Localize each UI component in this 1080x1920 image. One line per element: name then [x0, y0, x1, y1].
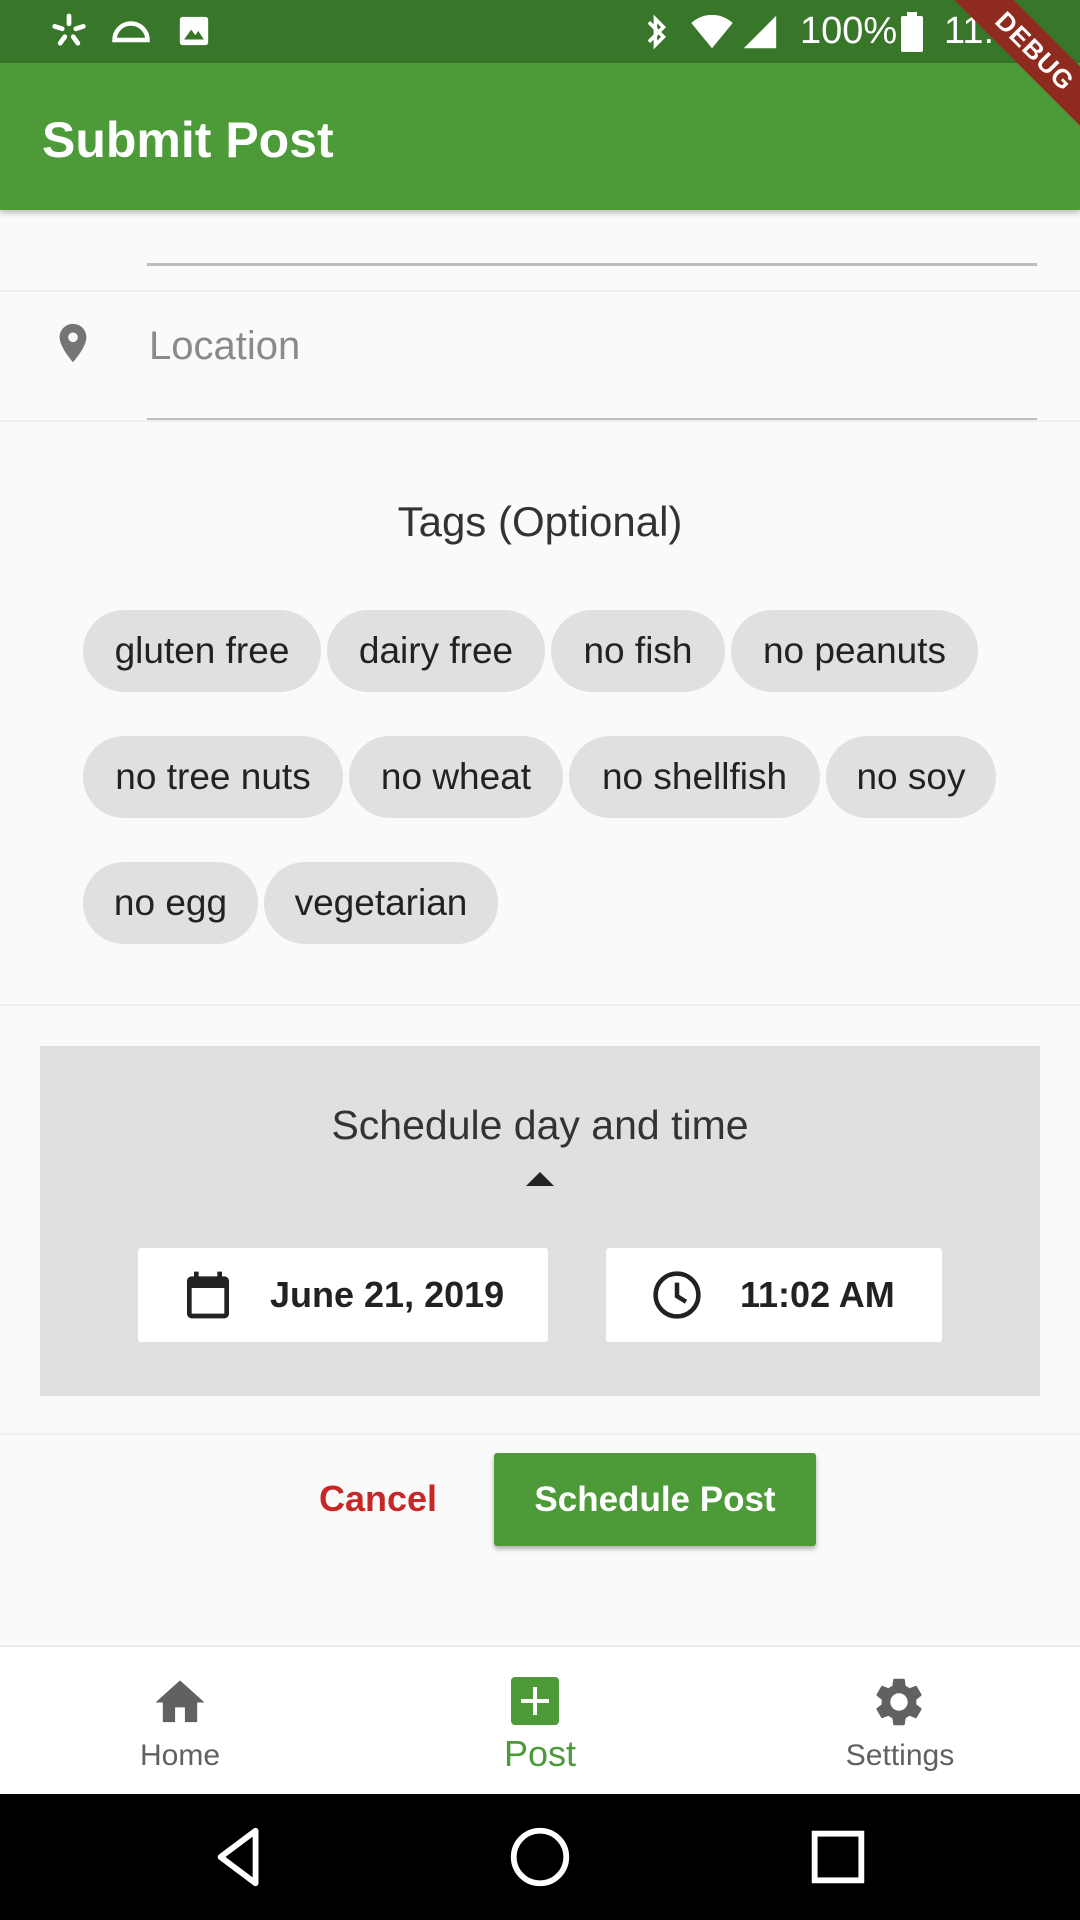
cellular-signal-icon: [743, 15, 777, 49]
gear-icon: [876, 1678, 922, 1726]
nav-item-settings[interactable]: Settings: [750, 1647, 1050, 1796]
divider: [0, 420, 1080, 422]
divider: [0, 1433, 1080, 1435]
nav-label-home: Home: [139, 1739, 221, 1772]
tag-chip-no-soy[interactable]: no soy: [826, 736, 996, 818]
schedule-title: Schedule day and time: [331, 1102, 749, 1148]
date-picker-button[interactable]: June 21, 2019: [138, 1248, 548, 1342]
tag-chip-no-shellfish[interactable]: no shellfish: [569, 736, 820, 818]
location-pin-icon: [59, 323, 87, 363]
wifi-icon: [691, 14, 733, 49]
system-navigation-bar: [0, 1794, 1080, 1920]
schedule-post-button[interactable]: Schedule Post: [494, 1453, 816, 1546]
recents-square-icon[interactable]: [803, 1822, 873, 1892]
tag-chip-no-tree-nuts[interactable]: no tree nuts: [83, 736, 343, 818]
divider: [0, 1004, 1080, 1006]
tag-chip-no-wheat[interactable]: no wheat: [349, 736, 563, 818]
divider: [0, 290, 1080, 292]
calendar-icon: [187, 1271, 229, 1319]
status-bar: 100% 11:03: [0, 0, 1080, 63]
tag-chip-no-egg[interactable]: no egg: [83, 862, 258, 944]
nav-label-post: Post: [503, 1733, 577, 1774]
time-label: 11:02 AM: [740, 1274, 895, 1315]
bluetooth-icon: [647, 14, 667, 50]
cancel-button[interactable]: Cancel: [300, 1452, 456, 1546]
home-circle-icon[interactable]: [505, 1822, 575, 1892]
app-bar: Submit Post: [0, 63, 1080, 210]
back-icon[interactable]: [206, 1822, 276, 1892]
tag-chip-no-peanuts[interactable]: no peanuts: [731, 610, 978, 692]
clock-icon: [653, 1271, 701, 1319]
home-icon: [155, 1680, 205, 1723]
page-title: Submit Post: [42, 112, 334, 168]
nav-item-home[interactable]: Home: [30, 1647, 330, 1796]
battery-percent: 100%: [800, 10, 898, 52]
tag-chip-no-fish[interactable]: no fish: [551, 610, 725, 692]
collapse-arrow-icon[interactable]: [526, 1172, 554, 1186]
nav-item-post[interactable]: Post: [390, 1647, 690, 1796]
dome-notification-icon: [112, 21, 150, 43]
tags-title: Tags (Optional): [397, 498, 683, 545]
battery-icon: [901, 12, 923, 52]
time-picker-button[interactable]: 11:02 AM: [606, 1248, 942, 1342]
tag-chip-dairy-free[interactable]: dairy free: [327, 610, 545, 692]
image-notification-icon: [179, 16, 209, 46]
tag-chip-gluten-free[interactable]: gluten free: [83, 610, 321, 692]
tag-chip-vegetarian[interactable]: vegetarian: [264, 862, 498, 944]
add-box-icon: [511, 1677, 559, 1725]
location-input[interactable]: [147, 310, 1041, 382]
previous-field-underline: [147, 263, 1037, 266]
bottom-navigation: Home Post Settings: [0, 1645, 1080, 1796]
app-notification-icon: [52, 13, 86, 46]
nav-label-settings: Settings: [845, 1739, 955, 1772]
date-label: June 21, 2019: [270, 1274, 505, 1315]
schedule-panel: Schedule day and time June 21, 2019 11:0…: [40, 1046, 1040, 1396]
